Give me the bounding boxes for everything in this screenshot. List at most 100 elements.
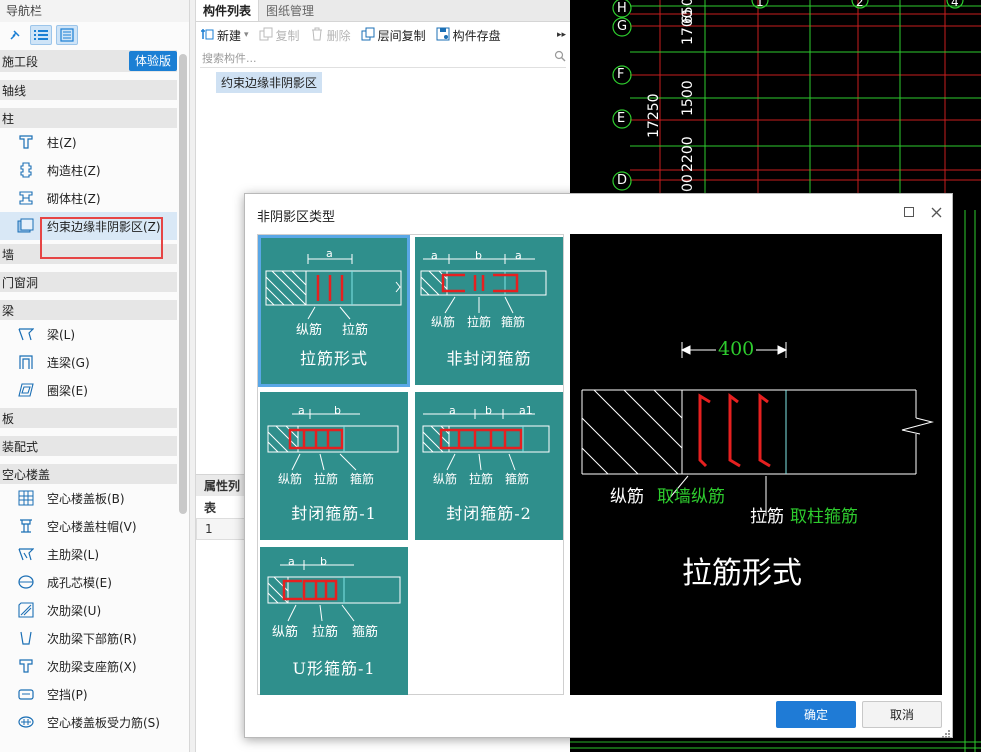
nav-item-ring-beam[interactable]: 圈梁(E) <box>0 376 177 404</box>
tile-name: 拉筋形式 <box>299 349 368 368</box>
nav-scrollbar[interactable] <box>179 54 187 514</box>
boundary-zone-icon <box>16 216 36 236</box>
toolbar-overflow-icon[interactable]: ▸▸ <box>557 30 566 40</box>
tile-label-stirrup: 箍筋 <box>505 472 530 486</box>
tile-label-tie-bar: 拉筋 <box>469 472 494 486</box>
save-icon <box>436 27 450 44</box>
floor-copy-button[interactable]: 层间复制 <box>361 27 426 44</box>
tile-label-stirrup: 箍筋 <box>501 315 526 329</box>
tile-label-long-bar: 纵筋 <box>296 323 323 338</box>
nav-item-beam[interactable]: 梁(L) <box>0 320 177 348</box>
tile-label-long-bar: 纵筋 <box>431 315 456 329</box>
coupling-beam-icon <box>16 352 36 372</box>
search-icon[interactable] <box>554 50 566 65</box>
resize-grip-icon[interactable] <box>942 727 950 738</box>
group-column[interactable]: 柱 <box>0 106 177 128</box>
nav-item-secondary-rib-support[interactable]: 次肋梁支座筋(X) <box>0 652 177 680</box>
nav-item-hollow-cap[interactable]: 空心楼盖柱帽(V) <box>0 512 177 540</box>
axis-label-f: F <box>617 67 625 82</box>
column-cap-icon <box>16 516 36 536</box>
nav-item-hollow-slab-rebar[interactable]: 空心楼盖板受力筋(S) <box>0 708 177 736</box>
tile-tie-bar-form[interactable]: a 纵筋 拉筋 拉筋形式 <box>258 235 410 387</box>
tile-label-tie-bar: 拉筋 <box>312 625 339 640</box>
group-stage[interactable]: 施工段 体验版 <box>0 48 177 72</box>
axis-label-e: E <box>617 111 626 126</box>
nav-item-secondary-rib-bottom[interactable]: 次肋梁下部筋(R) <box>0 624 177 652</box>
tab-drawing-management[interactable]: 图纸管理 <box>259 0 321 21</box>
hollow-slab-icon <box>16 488 36 508</box>
tile-dim-a: a <box>449 404 456 417</box>
dimension-650: 650 <box>680 0 696 24</box>
detail-view-icon[interactable] <box>56 25 78 45</box>
component-search[interactable]: 搜索构件... <box>200 48 566 68</box>
tab-component-list[interactable]: 构件列表 <box>196 0 260 21</box>
nav-item-structural-column[interactable]: 构造柱(Z) <box>0 156 177 184</box>
delete-button[interactable]: 删除 <box>310 27 351 44</box>
group-door-window[interactable]: 门窗洞 <box>0 270 177 292</box>
beam-icon <box>16 324 36 344</box>
search-input[interactable]: 搜索构件... <box>202 50 257 66</box>
copy-button[interactable]: 复制 <box>259 27 300 44</box>
new-button[interactable]: 新建 ▾ <box>200 27 249 44</box>
component-list-item[interactable]: 约束边缘非阴影区 <box>216 72 323 93</box>
group-slab[interactable]: 板 <box>0 406 177 428</box>
preview-caption: 拉筋形式 <box>682 556 802 591</box>
axis-label-g: G <box>617 19 628 34</box>
tile-closed-stirrup-2[interactable]: a b a1 纵筋 拉筋 箍筋 封闭箍筋-2 <box>415 392 563 540</box>
new-icon <box>200 27 214 44</box>
nav-item-masonry-column[interactable]: 砌体柱(Z) <box>0 184 177 212</box>
preview-label-tie-note: 取柱箍筋 <box>790 507 858 527</box>
experience-badge[interactable]: 体验版 <box>128 51 177 71</box>
tile-name: 封闭箍筋-2 <box>446 504 532 523</box>
tile-u-stirrup-1[interactable]: a b 纵筋 拉筋 箍筋 U形箍筋-1 <box>260 547 408 695</box>
nav-item-gap[interactable]: 空挡(P) <box>0 680 177 708</box>
nav-item-core-mold[interactable]: 成孔芯模(E) <box>0 568 177 596</box>
group-prefab[interactable]: 装配式 <box>0 434 177 456</box>
component-tabs: 构件列表 图纸管理 <box>196 0 570 22</box>
tile-label-tie-bar: 拉筋 <box>467 315 492 329</box>
group-beam[interactable]: 梁 <box>0 298 177 320</box>
tile-closed-stirrup-1[interactable]: a b 纵筋 拉筋 箍筋 封闭箍筋-1 <box>260 392 408 540</box>
main-rib-icon <box>16 544 36 564</box>
non-shadow-zone-type-dialog: 非阴影区类型 a 纵筋 拉筋 拉筋形式 a b a 纵筋 拉筋 箍筋 非封闭箍筋… <box>244 193 953 738</box>
secondary-rib-icon <box>16 600 36 620</box>
component-save-button[interactable]: 构件存盘 <box>436 27 501 44</box>
tile-dim-a: a <box>288 555 295 568</box>
tile-label-long-bar: 纵筋 <box>272 625 299 640</box>
axis-label-d: D <box>617 173 628 188</box>
structural-column-icon <box>16 160 36 180</box>
nav-item-hollow-slab[interactable]: 空心楼盖板(B) <box>0 484 177 512</box>
tile-dim-a: a <box>298 404 305 417</box>
column-number-1: 1 <box>756 0 764 9</box>
preview-label-long-bar: 纵筋 <box>610 487 644 507</box>
group-axis[interactable]: 轴线 <box>0 78 177 100</box>
floor-copy-icon <box>361 27 375 44</box>
tile-label-long-bar: 纵筋 <box>433 472 458 486</box>
copy-icon <box>259 27 273 44</box>
nav-item-coupling-beam[interactable]: 连梁(G) <box>0 348 177 376</box>
group-hollow-slab[interactable]: 空心楼盖 <box>0 462 177 484</box>
masonry-column-icon <box>16 188 36 208</box>
preview-diagram <box>581 342 934 516</box>
dimension-1500: 1500 <box>680 80 696 116</box>
navigation-panel: 导航栏 施工段 体验版 轴线 柱 柱(Z) 构造柱(Z) 砌体柱(Z) 约束边缘… <box>0 0 190 752</box>
trash-icon <box>310 27 324 44</box>
cancel-button[interactable]: 取消 <box>862 701 942 728</box>
preview-label-long-note: 取墙纵筋 <box>657 487 725 507</box>
property-list-header[interactable]: 属性列表 <box>196 474 248 515</box>
gap-icon <box>16 684 36 704</box>
tile-name: 非封闭箍筋 <box>446 349 532 368</box>
nav-item-main-rib[interactable]: 主肋梁(L) <box>0 540 177 568</box>
annotation-highlight-box <box>40 217 163 259</box>
nav-item-secondary-rib[interactable]: 次肋梁(U) <box>0 596 177 624</box>
tile-dim-b: b <box>475 249 482 262</box>
maximize-icon[interactable] <box>900 203 918 221</box>
preview-label-tie-bar: 拉筋 <box>750 507 784 527</box>
close-icon[interactable] <box>927 203 945 221</box>
list-view-icon[interactable] <box>30 25 52 45</box>
tile-open-stirrup[interactable]: a b a 纵筋 拉筋 箍筋 非封闭箍筋 <box>415 237 563 385</box>
nav-item-column[interactable]: 柱(Z) <box>0 128 177 156</box>
ok-button[interactable]: 确定 <box>776 701 856 728</box>
dropdown-arrow-icon[interactable]: ▾ <box>244 30 249 40</box>
pin-icon[interactable] <box>4 25 26 45</box>
